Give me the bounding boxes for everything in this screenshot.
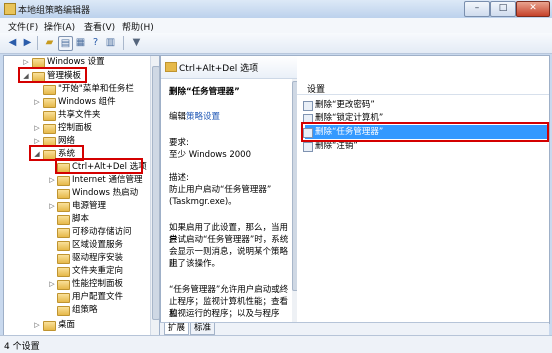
description-pane: Ctrl+Alt+Del 选项 删除“任务管理器” 编辑策略设置 要求: 至少 … xyxy=(160,55,299,324)
folder-icon xyxy=(57,176,70,186)
list-item-label: 删除“更改密码” xyxy=(315,100,375,110)
policy-title: 删除“任务管理器” xyxy=(169,87,240,97)
description-line: 尝试启动“任务管理器”时，系统 xyxy=(169,235,289,245)
toolbar-divider xyxy=(123,36,124,50)
menu-file[interactable]: 文件(F) xyxy=(8,20,38,33)
back-icon[interactable]: ◀ xyxy=(6,36,19,49)
tree-item-label: 文件夹重定向 xyxy=(72,266,124,276)
menu-help[interactable]: 帮助(H) xyxy=(122,20,154,33)
tab-extended[interactable]: 扩展 xyxy=(164,323,190,335)
help-icon[interactable]: ? xyxy=(89,36,102,49)
description-line: (Taskmgr.exe)。 xyxy=(169,197,237,207)
folder-icon xyxy=(57,202,70,212)
folder-icon xyxy=(57,267,70,277)
tree-scrollbar-thumb[interactable] xyxy=(152,66,160,320)
menu-bar: 文件(F) 操作(A) 查看(V) 帮助(H) xyxy=(0,18,552,34)
toolbar-divider xyxy=(37,36,38,50)
folder-icon xyxy=(165,62,177,72)
policy-setting-icon xyxy=(303,101,313,111)
highlight-box-ctrl-alt-del xyxy=(55,158,143,174)
column-header-label: 设置 xyxy=(307,85,326,95)
edit-policy-link[interactable]: 策略设置 xyxy=(186,112,220,122)
toolbar: ◀ ▶ ▰ ▤ ▦ ? ▥ ▼ xyxy=(0,33,552,54)
folder-icon xyxy=(43,321,56,331)
export-list-icon[interactable]: ▥ xyxy=(104,36,117,49)
tree-item-label: Windows 组件 xyxy=(58,97,116,107)
tree-item-label: 用户配置文件 xyxy=(72,292,124,302)
tree-item-label: 驱动程序安装 xyxy=(72,253,124,263)
folder-icon xyxy=(57,293,70,303)
tab-standard[interactable]: 标准 xyxy=(190,323,216,335)
tree-item-label: 性能控制面板 xyxy=(72,279,124,289)
requirements-label: 要求: xyxy=(169,138,189,148)
status-text: 4 个设置 xyxy=(4,342,40,352)
edit-prefix: 编辑 xyxy=(169,112,187,122)
folder-icon xyxy=(43,124,56,134)
description-line: 防止用户启动“任务管理器” xyxy=(169,185,272,195)
menu-action[interactable]: 操作(A) xyxy=(44,20,75,33)
edit-policy-line: 编辑策略设置 xyxy=(169,111,293,123)
expand-arrow-icon[interactable]: ▷ xyxy=(33,122,41,134)
title-bar[interactable]: 本地组策略编辑器 – □ ✕ xyxy=(0,0,552,19)
highlight-box-admin-templates xyxy=(18,67,87,83)
expand-arrow-icon[interactable]: ▷ xyxy=(48,200,56,212)
folder-icon xyxy=(57,241,70,251)
folder-icon xyxy=(57,189,70,199)
folder-icon xyxy=(57,215,70,225)
expand-arrow-icon[interactable]: ▷ xyxy=(48,278,56,290)
folder-icon xyxy=(57,254,70,264)
app-icon xyxy=(4,3,16,15)
tree-item-label: 控制面板 xyxy=(58,123,93,133)
folder-icon xyxy=(43,98,56,108)
filter-icon[interactable]: ▼ xyxy=(130,36,143,49)
menu-view[interactable]: 查看(V) xyxy=(84,20,115,33)
requirements-value: 至少 Windows 2000 xyxy=(169,150,251,160)
policy-setting-icon xyxy=(303,142,313,152)
folder-up-icon[interactable]: ▰ xyxy=(43,36,56,49)
close-button[interactable]: ✕ xyxy=(516,1,550,17)
view-tabs: 扩展 标准 xyxy=(160,322,549,335)
tree-item-label: 可移动存储访问 xyxy=(72,227,132,237)
settings-list-pane: 设置 删除“更改密码” 删除“锁定计算机” 删除“任务管理器” 删除“注销” xyxy=(297,55,550,324)
column-header-setting[interactable]: 设置 xyxy=(297,80,549,95)
tree-item-label: 电源管理 xyxy=(72,201,107,211)
folder-icon xyxy=(43,85,56,95)
tree-scrollbar[interactable] xyxy=(150,56,160,335)
folder-icon xyxy=(43,111,56,121)
status-bar: 4 个设置 xyxy=(0,335,552,353)
show-hide-tree-icon[interactable]: ▤ xyxy=(58,36,73,51)
tree-item-label: 脚本 xyxy=(72,214,90,224)
folder-icon xyxy=(57,228,70,238)
tree-item-label: 区域设置服务 xyxy=(72,240,124,250)
tree-item-label: "开始"菜单和任务栏 xyxy=(58,84,134,94)
description-line: 监视运行的程序；以及与程序 xyxy=(169,309,280,319)
description-line: “任务管理器”允许用户启动或终 xyxy=(169,285,289,295)
properties-icon[interactable]: ▦ xyxy=(74,36,87,49)
tree-pane[interactable]: ▷ Windows 设置 ◢ 管理模板 "开始"菜单和任务栏 ▷ Windows… xyxy=(3,55,160,336)
expand-arrow-icon[interactable]: ▷ xyxy=(33,96,41,108)
description-line: 止了该操作。 xyxy=(169,259,221,269)
folder-icon xyxy=(57,306,70,316)
window-title: 本地组策略编辑器 xyxy=(18,6,91,16)
highlight-box-task-manager xyxy=(301,122,549,142)
description-header-title: Ctrl+Alt+Del 选项 xyxy=(179,64,259,74)
tree-item-label: Windows 热启动 xyxy=(72,188,139,198)
tree-item-label: 共享文件夹 xyxy=(58,110,101,120)
tree-item-label: Internet 通信管理 xyxy=(72,175,143,185)
tree-item-label: 组策略 xyxy=(72,305,98,315)
tree-item-label: 桌面 xyxy=(58,320,76,330)
maximize-button[interactable]: □ xyxy=(490,1,516,17)
description-label: 描述: xyxy=(169,173,189,183)
description-header: Ctrl+Alt+Del 选项 xyxy=(161,56,298,79)
expand-arrow-icon[interactable]: ▷ xyxy=(33,319,41,331)
minimize-button[interactable]: – xyxy=(464,1,490,17)
folder-icon xyxy=(57,280,70,290)
forward-icon[interactable]: ▶ xyxy=(21,36,34,49)
expand-arrow-icon[interactable]: ▷ xyxy=(48,174,56,186)
